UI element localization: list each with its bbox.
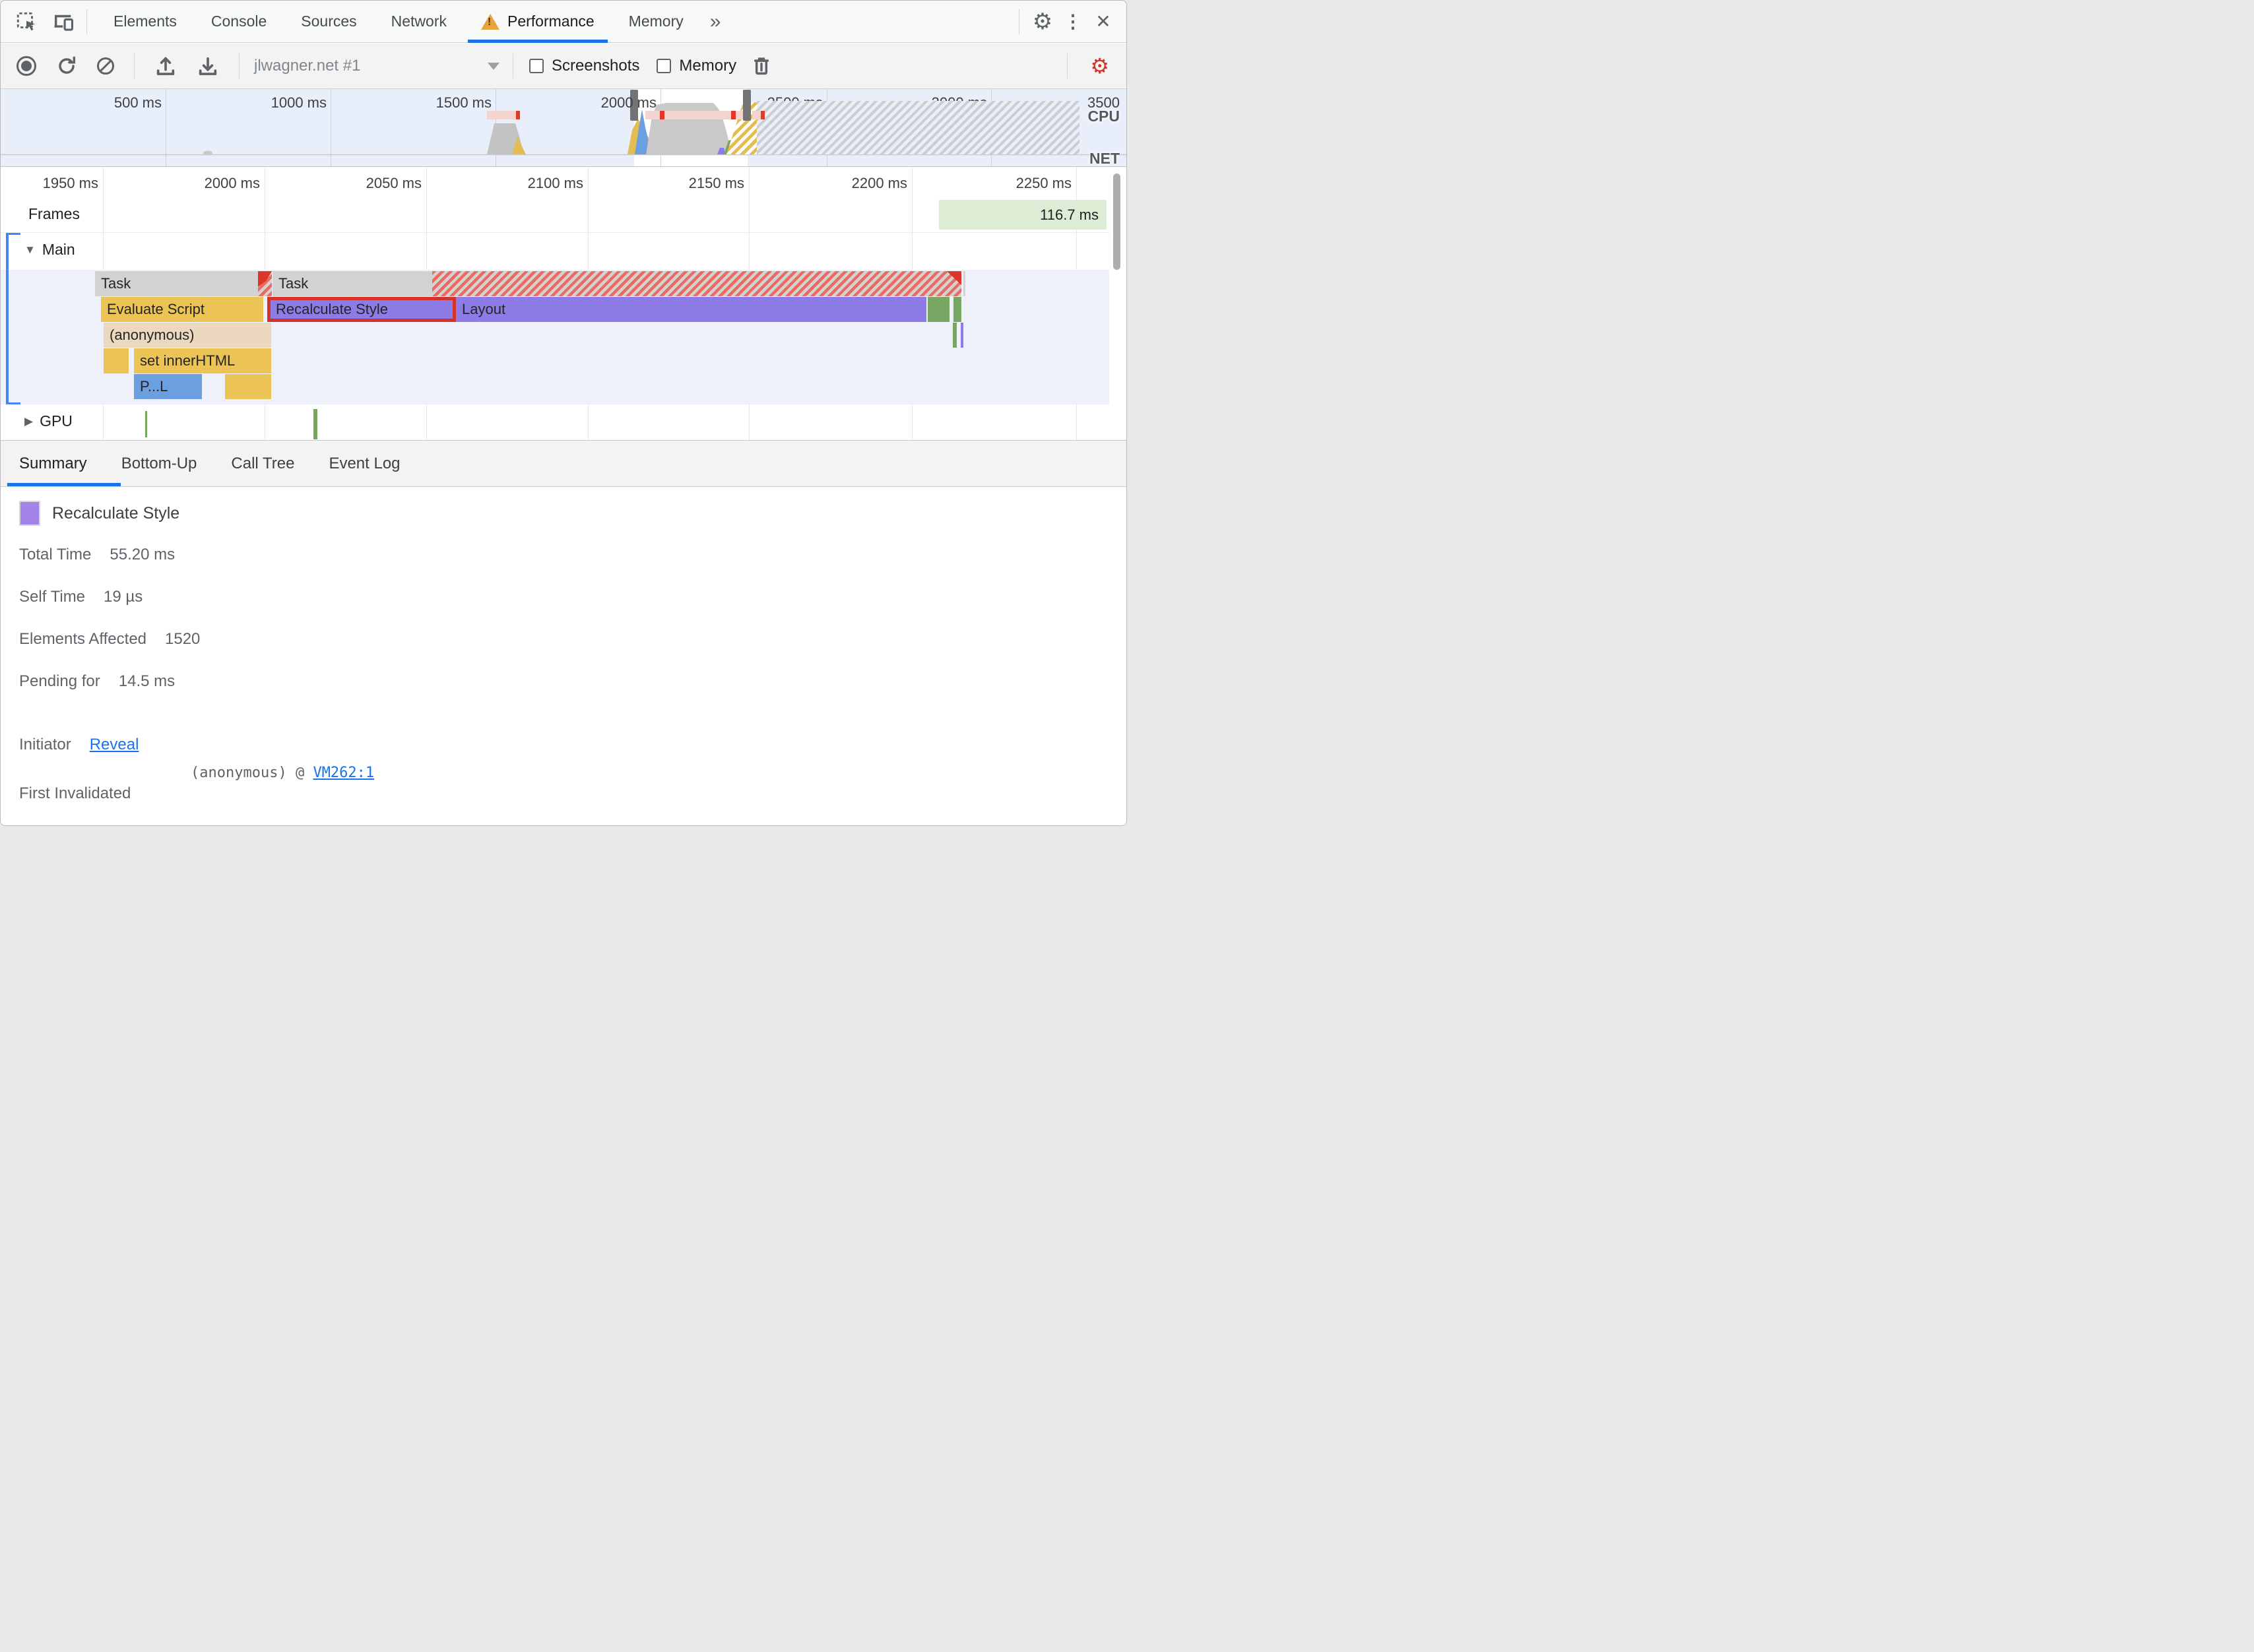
vertical-scrollbar-thumb[interactable] [1113,174,1120,270]
flame-bar-paint[interactable] [953,297,961,322]
gpu-activity-bar[interactable] [313,409,317,439]
flame-bar-evaluate-script[interactable]: Evaluate Script [101,297,263,322]
active-tab-underline [7,483,121,486]
first-invalidated-label: First Invalidated [19,784,131,802]
divider [86,9,87,34]
checkbox[interactable] [657,59,672,73]
long-task-tail[interactable] [432,271,961,296]
main-track-bracket [6,233,20,404]
flame-bar-script[interactable] [225,374,271,399]
idle-hatch-gray [757,101,1079,154]
chevron-down-icon [488,62,499,70]
timeline-overview[interactable]: 500 ms 1000 ms 1500 ms 2000 ms 2500 ms 3… [1,89,1126,167]
tab-summary[interactable]: Summary [19,455,87,473]
cpu-lane-label: CPU [1087,108,1120,125]
source-location-link[interactable]: VM262:1 [313,765,374,781]
detail-tick: 1950 ms [42,175,98,191]
first-invalidated-stack: (anonymous) @ VM262:1 [191,765,375,781]
reload-and-record-button[interactable] [56,55,77,77]
detail-tick: 2100 ms [527,175,583,191]
memory-checkbox[interactable]: Memory [657,57,736,75]
capture-settings-gear-icon[interactable]: ⚙ [1090,53,1109,79]
flame-bar-task[interactable]: Task [95,271,258,296]
flame-bar-set-innerhtml[interactable]: set innerHTML [134,348,271,373]
devtools-tab-bar: Elements Console Sources Network Perform… [1,1,1126,43]
save-profile-icon[interactable] [197,55,219,77]
detail-tick: 2200 ms [851,175,907,191]
devtools-window: Elements Console Sources Network Perform… [0,0,1127,826]
tab-event-log[interactable]: Event Log [329,455,400,473]
tab-sources[interactable]: Sources [284,1,373,43]
flame-bar-anonymous[interactable]: (anonymous) [104,323,271,348]
flame-bar-sliver[interactable] [961,323,963,348]
tab-network[interactable]: Network [374,1,464,43]
tab-elements[interactable]: Elements [96,1,194,43]
detail-tick: 2250 ms [1015,175,1072,191]
analysis-tab-strip: Summary Bottom-Up Call Tree Event Log [1,440,1126,487]
timeline-detail[interactable]: 1950 ms 2000 ms 2050 ms 2100 ms 2150 ms … [1,167,1126,440]
main-track-header[interactable]: ▼ Main [24,241,75,259]
screenshots-checkbox[interactable]: Screenshots [529,57,639,75]
event-color-swatch [19,501,40,526]
detail-tick: 2150 ms [688,175,744,191]
clear-recordings-icon[interactable] [97,57,114,75]
profile-select[interactable]: jlwagner.net #1 [254,57,499,75]
flame-bar-recalculate-style-selected[interactable]: Recalculate Style [267,297,456,322]
summary-row: Elements Affected 1520 [19,630,201,648]
gpu-activity-bar[interactable] [145,411,147,437]
device-toolbar-icon[interactable] [49,8,77,36]
summary-pane: Recalculate Style Total Time 55.20 ms Se… [1,488,1126,825]
settings-gear-icon[interactable]: ⚙ [1029,8,1056,36]
flame-bar-task-sliver[interactable] [963,271,965,296]
summary-row: Pending for 14.5 ms [19,672,176,690]
flame-bar-layout[interactable]: Layout [456,297,926,322]
tab-bottom-up[interactable]: Bottom-Up [121,455,197,473]
frame-duration-box[interactable]: 116.7 ms [939,200,1107,230]
divider [134,53,135,79]
tab-call-tree[interactable]: Call Tree [231,455,294,473]
load-profile-icon[interactable] [154,55,177,77]
record-button[interactable] [16,56,36,76]
net-lane-label: NET [1089,150,1120,167]
flame-bar-script[interactable] [104,348,129,373]
summary-row: Self Time 19 µs [19,588,143,606]
trash-icon[interactable] [751,55,772,77]
performance-toolbar: jlwagner.net #1 Screenshots Memory ⚙ [1,44,1126,89]
long-task-indicator [487,111,520,119]
frames-track-label: Frames [28,205,80,222]
long-task-indicator [645,111,743,119]
flame-bar-parse-html[interactable]: P...L [134,374,202,399]
selection-right-handle[interactable] [743,90,751,121]
event-title: Recalculate Style [52,503,180,523]
detail-tick: 2000 ms [204,175,260,191]
close-icon[interactable]: ✕ [1089,8,1117,36]
tab-memory[interactable]: Memory [612,1,701,43]
flame-bar-task[interactable]: Task [273,271,432,296]
triangle-right-icon[interactable]: ▶ [24,415,33,428]
overview-tick: 2000 ms [600,94,657,111]
tab-console[interactable]: Console [194,1,284,43]
flame-bar-sliver[interactable] [953,323,957,348]
tab-performance[interactable]: Performance [464,1,612,43]
more-tabs-icon[interactable]: » [701,11,730,33]
kebab-menu-icon[interactable]: ⋮ [1059,8,1087,36]
inspect-element-icon[interactable] [13,8,40,36]
summary-row: Total Time 55.20 ms [19,546,176,563]
triangle-down-icon[interactable]: ▼ [24,243,36,257]
flame-bar-paint[interactable] [928,297,950,322]
gpu-track-header[interactable]: ▶ GPU [24,412,73,430]
warning-icon [481,13,499,30]
divider [1067,53,1068,79]
initiator-reveal-link[interactable]: Reveal [90,736,139,754]
long-task-indicator [752,111,765,119]
checkbox[interactable] [529,59,544,73]
summary-row-initiator: Initiator Reveal [19,736,139,754]
detail-tick: 2050 ms [366,175,422,191]
divider [239,53,240,79]
